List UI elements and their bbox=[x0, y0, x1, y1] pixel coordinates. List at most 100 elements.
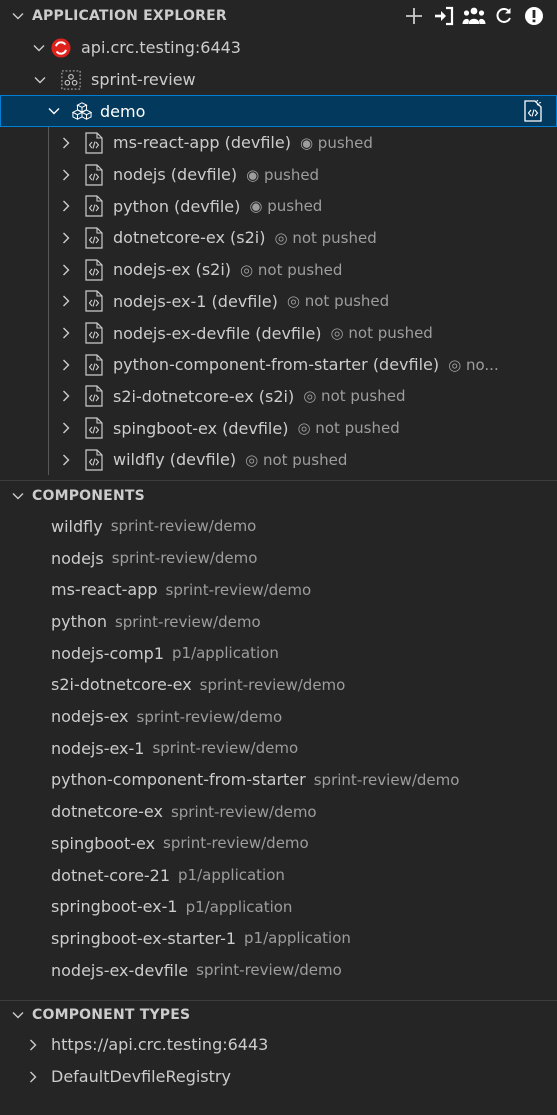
tree-item-component[interactable]: python (devfile) ◉ pushed bbox=[0, 190, 557, 222]
component-path: sprint-review/demo bbox=[163, 834, 309, 853]
chevron-right-icon bbox=[58, 262, 74, 278]
devfile-component-icon bbox=[84, 132, 104, 154]
refresh-icon[interactable] bbox=[489, 2, 519, 30]
chevron-down-icon bbox=[11, 9, 25, 23]
devfile-component-icon bbox=[84, 227, 104, 249]
tree-item-component[interactable]: python-component-from-starter (devfile) ◎… bbox=[0, 349, 557, 381]
list-item[interactable]: nodejs-ex-1 sprint-review/demo bbox=[0, 732, 557, 764]
list-item[interactable]: springboot-ex-1 p1/application bbox=[0, 891, 557, 923]
component-path: sprint-review/demo bbox=[110, 517, 257, 536]
component-status: ◎ not pushed bbox=[240, 260, 343, 279]
component-status: ◎ not pushed bbox=[330, 324, 433, 343]
component-path: p1/application bbox=[185, 897, 293, 916]
openshift-cluster-icon bbox=[51, 38, 71, 58]
list-item[interactable]: nodejs-comp1 p1/application bbox=[0, 637, 557, 669]
tree-item-component[interactable]: nodejs-ex (s2i) ◎ not pushed bbox=[0, 254, 557, 286]
tree-item-component[interactable]: spingboot-ex (devfile) ◎ not pushed bbox=[0, 412, 557, 444]
section-title: COMPONENT TYPES bbox=[32, 1006, 191, 1023]
component-label: python (devfile) bbox=[113, 196, 241, 216]
registry-label: https://api.crc.testing:6443 bbox=[51, 1035, 269, 1055]
section-title: COMPONENTS bbox=[32, 487, 145, 504]
chevron-right-icon bbox=[58, 325, 74, 341]
users-icon[interactable] bbox=[459, 2, 489, 30]
component-path: sprint-review/demo bbox=[152, 739, 299, 758]
application-explorer-header[interactable]: APPLICATION EXPLORER bbox=[0, 0, 557, 32]
list-item[interactable]: nodejs-ex sprint-review/demo bbox=[0, 701, 557, 733]
tree-item-project[interactable]: sprint-review bbox=[0, 64, 557, 96]
devfile-component-icon bbox=[84, 322, 104, 344]
list-item[interactable]: ms-react-app sprint-review/demo bbox=[0, 574, 557, 606]
list-item[interactable]: springboot-ex-starter-1 p1/application bbox=[0, 923, 557, 955]
chevron-right-icon bbox=[58, 293, 74, 309]
component-name: nodejs-ex-1 bbox=[51, 738, 145, 758]
component-status: ◉ pushed bbox=[249, 197, 323, 216]
tree-item-component[interactable]: wildfly (devfile) ◎ not pushed bbox=[0, 444, 557, 476]
component-label: s2i-dotnetcore-ex (s2i) bbox=[113, 386, 295, 406]
chevron-right-icon bbox=[58, 135, 74, 151]
tree-item-component[interactable]: nodejs (devfile) ◉ pushed bbox=[0, 159, 557, 191]
chevron-down-icon bbox=[11, 1008, 25, 1022]
tree-item-cluster[interactable]: api.crc.testing:6443 bbox=[0, 32, 557, 64]
component-status: ◉ pushed bbox=[246, 165, 320, 184]
component-label: nodejs-ex-devfile (devfile) bbox=[113, 323, 322, 343]
component-label: nodejs (devfile) bbox=[113, 165, 238, 185]
component-name: nodejs-ex-devfile bbox=[51, 960, 189, 980]
component-name: nodejs bbox=[51, 548, 104, 568]
section-title: APPLICATION EXPLORER bbox=[32, 8, 227, 24]
info-icon[interactable] bbox=[519, 2, 549, 30]
chevron-right-icon bbox=[58, 357, 74, 373]
component-label: python-component-from-starter (devfile) bbox=[113, 355, 440, 375]
tree-item-component[interactable]: dotnetcore-ex (s2i) ◎ not pushed bbox=[0, 222, 557, 254]
components-header[interactable]: COMPONENTS bbox=[0, 481, 557, 511]
list-item[interactable]: python sprint-review/demo bbox=[0, 606, 557, 638]
list-item[interactable]: python-component-from-starter sprint-revi… bbox=[0, 764, 557, 796]
chevron-right-icon bbox=[58, 388, 74, 404]
devfile-component-icon bbox=[84, 163, 104, 186]
tree-item-registry[interactable]: https://api.crc.testing:6443 bbox=[0, 1029, 557, 1061]
tree-item-component[interactable]: ms-react-app (devfile) ◉ pushed bbox=[0, 127, 557, 159]
component-name: nodejs-comp1 bbox=[51, 643, 164, 663]
component-name: ms-react-app bbox=[51, 580, 158, 600]
list-item[interactable]: spingboot-ex sprint-review/demo bbox=[0, 828, 557, 860]
component-label: nodejs-ex (s2i) bbox=[113, 260, 232, 280]
deploy-devfile-icon[interactable] bbox=[521, 99, 545, 123]
chevron-down-icon bbox=[31, 40, 47, 56]
list-item[interactable]: wildfly sprint-review/demo bbox=[0, 511, 557, 543]
devfile-component-icon bbox=[84, 417, 104, 439]
component-status: ◎ not pushed bbox=[245, 450, 348, 469]
devfile-component-icon bbox=[84, 385, 104, 408]
chevron-right-icon bbox=[25, 1069, 41, 1085]
component-status: ◎ not pushed bbox=[286, 292, 390, 311]
component-label: spingboot-ex (devfile) bbox=[113, 418, 289, 438]
list-item[interactable]: nodejs sprint-review/demo bbox=[0, 542, 557, 574]
tree-item-component[interactable]: nodejs-ex-1 (devfile) ◎ not pushed bbox=[0, 286, 557, 318]
list-item[interactable]: dotnetcore-ex sprint-review/demo bbox=[0, 796, 557, 828]
component-path: sprint-review/demo bbox=[199, 675, 346, 694]
sidebar-panel: APPLICATION EXPLORER api.crc.testing:644… bbox=[0, 0, 557, 1093]
devfile-component-icon bbox=[84, 354, 104, 376]
component-name: spingboot-ex bbox=[51, 833, 156, 853]
list-item[interactable]: dotnet-core-21 p1/application bbox=[0, 859, 557, 891]
component-status: ◎ no... bbox=[448, 355, 499, 374]
tree-item-application[interactable]: demo bbox=[0, 95, 557, 128]
tree-item-component[interactable]: s2i-dotnetcore-ex (s2i) ◎ not pushed bbox=[0, 381, 557, 413]
chevron-right-icon bbox=[58, 198, 74, 214]
component-path: sprint-review/demo bbox=[170, 802, 317, 821]
tree-item-registry[interactable]: DefaultDevfileRegistry bbox=[0, 1061, 557, 1093]
component-name: dotnet-core-21 bbox=[51, 865, 171, 885]
add-icon[interactable] bbox=[399, 2, 429, 30]
chevron-right-icon bbox=[58, 420, 74, 436]
component-status: ◉ pushed bbox=[299, 133, 373, 152]
login-icon[interactable] bbox=[429, 2, 459, 30]
component-path: sprint-review/demo bbox=[165, 580, 312, 599]
component-label: wildfly (devfile) bbox=[113, 450, 237, 470]
list-item[interactable]: s2i-dotnetcore-ex sprint-review/demo bbox=[0, 669, 557, 701]
component-path: p1/application bbox=[178, 866, 285, 885]
application-component-list: ms-react-app (devfile) ◉ pushed nodejs (de… bbox=[0, 127, 557, 476]
tree-item-component[interactable]: nodejs-ex-devfile (devfile) ◎ not pushed bbox=[0, 317, 557, 349]
component-name: nodejs-ex bbox=[51, 707, 129, 727]
component-path: sprint-review/demo bbox=[114, 612, 261, 631]
application-icon bbox=[72, 101, 92, 121]
list-item[interactable]: nodejs-ex-devfile sprint-review/demo bbox=[0, 954, 557, 986]
component-types-header[interactable]: COMPONENT TYPES bbox=[0, 1001, 557, 1029]
